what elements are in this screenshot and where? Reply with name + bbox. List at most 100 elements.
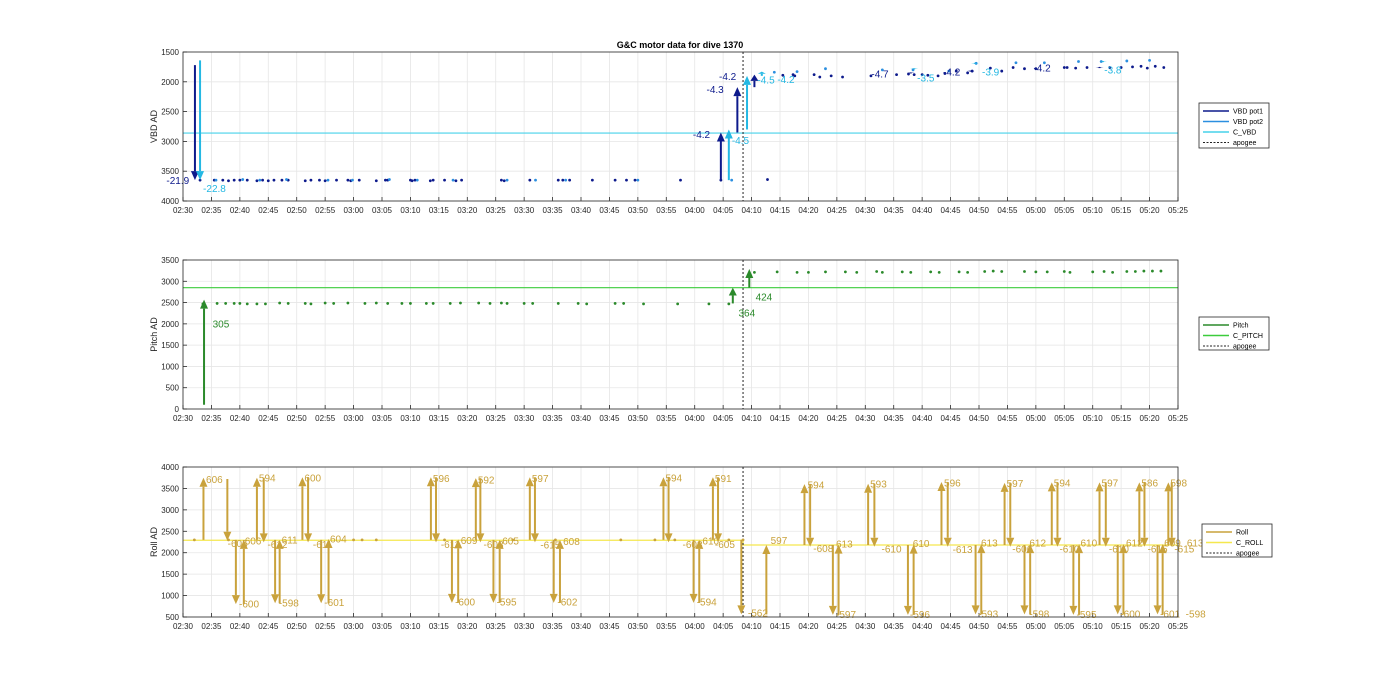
figure-title: G&C motor data for dive 1370 (617, 40, 744, 50)
y-tick-label: 1000 (161, 592, 179, 601)
data-point (707, 302, 711, 306)
x-tick-label: 02:35 (201, 414, 222, 423)
data-point (443, 178, 446, 182)
x-tick-label: 02:50 (287, 206, 308, 215)
x-tick-label: 04:25 (827, 622, 848, 631)
data-point (1153, 64, 1157, 68)
plot-background (183, 52, 1178, 201)
x-tick-label: 03:15 (429, 206, 450, 215)
data-point (502, 179, 506, 183)
data-point (676, 302, 680, 306)
x-tick-label: 04:20 (798, 414, 819, 423)
x-tick-label: 03:30 (514, 414, 535, 423)
y-tick-label: 3500 (161, 256, 179, 265)
x-tick-label: 04:30 (855, 206, 876, 215)
y-tick-label: 3000 (161, 137, 179, 146)
x-tick-label: 03:45 (599, 206, 620, 215)
roll-value-label: -600 (1120, 610, 1140, 621)
x-tick-label: 02:45 (258, 622, 279, 631)
y-tick-label: 2500 (161, 527, 179, 536)
data-point (280, 178, 284, 182)
data-point (1014, 61, 1018, 65)
y-tick-label: 2000 (161, 320, 179, 329)
data-point (522, 302, 526, 305)
x-tick-label: 03:55 (656, 622, 677, 631)
roll-value-label: 606 (245, 536, 262, 547)
data-point (912, 73, 916, 77)
x-tick-label: 04:45 (941, 206, 962, 215)
roll-value-label: -596 (910, 610, 930, 621)
data-point (1145, 66, 1149, 70)
roll-value-label: -610 (1059, 544, 1079, 555)
roll-value-label: -602 (557, 598, 577, 609)
data-point (841, 75, 844, 79)
x-tick-label: 03:05 (372, 206, 393, 215)
x-tick-label: 02:45 (258, 206, 279, 215)
x-tick-label: 03:20 (457, 622, 478, 631)
data-point (534, 178, 537, 182)
data-label: -4.2 (719, 72, 737, 83)
x-tick-label: 02:30 (173, 622, 194, 631)
data-point (880, 270, 884, 274)
roll-value-label: -601 (1160, 610, 1180, 621)
data-point (410, 179, 414, 183)
x-tick-label: 04:50 (969, 414, 990, 423)
data-point (1151, 269, 1154, 273)
x-tick-label: 04:05 (713, 622, 734, 631)
roll-value-label: -598 (1186, 610, 1206, 621)
roll-value-label: 606 (206, 475, 223, 486)
data-point (1159, 269, 1163, 273)
x-tick-label: 03:30 (514, 622, 535, 631)
data-point (636, 178, 640, 182)
data-point (500, 301, 503, 305)
data-point (192, 538, 196, 542)
roll-value-label: 612 (1126, 538, 1143, 549)
roll-value-label: 612 (1029, 538, 1046, 549)
data-point (224, 302, 228, 305)
roll-value-label: 594 (665, 474, 682, 485)
x-tick-label: 02:35 (201, 622, 222, 631)
roll-value-label: -608 (683, 540, 703, 551)
y-tick-label: 3000 (161, 506, 179, 515)
legend-entry: VBD pot1 (1233, 109, 1263, 116)
data-point (1091, 270, 1095, 274)
x-tick-label: 04:45 (941, 414, 962, 423)
data-point (1023, 270, 1026, 273)
y-tick-label: 1000 (161, 362, 179, 371)
y-axis-label: VBD AD (149, 109, 159, 143)
data-point (907, 72, 910, 76)
y-tick-label: 4000 (161, 463, 179, 472)
data-point (303, 179, 307, 183)
roll-value-label: 600 (304, 474, 321, 485)
roll-value-label: 596 (944, 478, 961, 489)
roll-value-label: 594 (1054, 478, 1071, 489)
x-tick-label: 05:05 (1054, 414, 1075, 423)
y-tick-label: 1500 (161, 48, 179, 57)
x-tick-label: 03:20 (457, 206, 478, 215)
roll-value-label: 594 (808, 481, 825, 492)
x-tick-label: 04:50 (969, 622, 990, 631)
legend-entry: apogee (1233, 344, 1256, 351)
data-point (1148, 58, 1151, 62)
x-tick-label: 03:25 (486, 622, 507, 631)
roll-value-label: 597 (1007, 479, 1024, 490)
data-point (766, 178, 769, 181)
legend-entry: apogee (1236, 551, 1259, 558)
legend-entry: Roll (1236, 530, 1249, 537)
x-tick-label: 04:15 (770, 622, 791, 631)
roll-value-label: -593 (978, 610, 998, 621)
data-label: -4.5 (732, 136, 750, 147)
data-point (335, 178, 338, 182)
x-tick-label: 03:15 (429, 414, 450, 423)
data-point (232, 302, 236, 305)
x-tick-label: 02:55 (315, 206, 336, 215)
data-point (323, 179, 327, 183)
x-tick-label: 04:15 (770, 206, 791, 215)
x-tick-label: 03:55 (656, 414, 677, 423)
y-tick-label: 3000 (161, 277, 179, 286)
data-point (824, 270, 827, 274)
roll-value-label: -597 (836, 610, 856, 621)
data-point (214, 178, 218, 182)
data-point (387, 178, 391, 181)
roll-value-label: -600 (239, 599, 259, 610)
